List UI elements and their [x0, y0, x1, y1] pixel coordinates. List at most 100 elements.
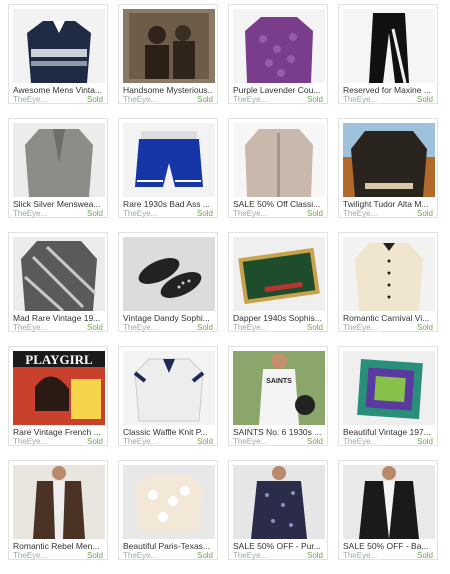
- listing-card[interactable]: Purple Lavender Cou... TheEye... Sold: [228, 4, 328, 104]
- shop-name[interactable]: TheEye...: [343, 437, 377, 447]
- listing-title[interactable]: Romantic Carnival Vi...: [343, 313, 433, 323]
- listing-title[interactable]: Slick Silver Menswea...: [13, 199, 103, 209]
- listing-title[interactable]: Mad Rare Vintage 19...: [13, 313, 103, 323]
- listing-title[interactable]: Twilight Tudor Alta M...: [343, 199, 433, 209]
- purple-cardigan-photo[interactable]: [233, 9, 325, 83]
- shop-name[interactable]: TheEye...: [13, 551, 47, 561]
- sold-badge: Sold: [306, 95, 323, 104]
- shop-name[interactable]: TheEye...: [233, 323, 267, 333]
- sold-badge: Sold: [196, 209, 213, 218]
- shop-name[interactable]: TheEye...: [13, 209, 47, 219]
- sold-badge: Sold: [416, 323, 433, 332]
- listing-title[interactable]: SALE 50% OFF - Ba...: [343, 541, 433, 551]
- beige-jacket-photo[interactable]: [233, 123, 325, 197]
- mens-sweater-photo[interactable]: [13, 9, 105, 83]
- shop-name[interactable]: TheEye...: [233, 95, 267, 105]
- shop-name[interactable]: TheEye...: [13, 95, 47, 105]
- leather-jacket-photo[interactable]: [343, 123, 435, 197]
- silk-scarf-photo[interactable]: [343, 351, 435, 425]
- listing-card[interactable]: Vintage Dandy Sophi... TheEye... Sold: [118, 232, 218, 332]
- listing-title[interactable]: Awesome Mens Vinta...: [13, 85, 103, 95]
- listing-card[interactable]: SALE 50% Off Classi... TheEye... Sold: [228, 118, 328, 218]
- listing-meta: TheEye... Sold: [13, 95, 103, 105]
- listing-title[interactable]: Dapper 1940s Sophis...: [233, 313, 323, 323]
- print-shirt-photo[interactable]: [233, 465, 325, 539]
- listing-card[interactable]: Mad Rare Vintage 19... TheEye... Sold: [8, 232, 108, 332]
- listing-card[interactable]: Romantic Rebel Men... TheEye... Sold: [8, 460, 108, 560]
- shop-name[interactable]: TheEye...: [123, 209, 157, 219]
- svg-text:PLAYGIRL: PLAYGIRL: [25, 352, 93, 367]
- shop-name[interactable]: TheEye...: [343, 551, 377, 561]
- fuzzy-sweater-photo[interactable]: [123, 465, 215, 539]
- biker-jacket-photo[interactable]: [343, 465, 435, 539]
- listing-title[interactable]: Beautiful Vintage 197...: [343, 427, 433, 437]
- listing-title[interactable]: SAINTS No. 6 1930s ...: [233, 427, 323, 437]
- listing-card[interactable]: Reserved for Maxine ... TheEye... Sold: [338, 4, 438, 104]
- studded-slippers-photo[interactable]: [123, 237, 215, 311]
- listing-title[interactable]: Purple Lavender Cou...: [233, 85, 323, 95]
- listing-meta: TheEye... Sold: [343, 323, 433, 333]
- shop-name[interactable]: TheEye...: [13, 437, 47, 447]
- sold-badge: Sold: [86, 551, 103, 560]
- listing-card[interactable]: Handsome Mysterious... TheEye... Sold: [118, 4, 218, 104]
- listing-title[interactable]: SALE 50% Off Classi...: [233, 199, 323, 209]
- listing-title[interactable]: Rare 1930s Bad Ass ...: [123, 199, 213, 209]
- listing-title[interactable]: Romantic Rebel Men...: [13, 541, 103, 551]
- sold-badge: Sold: [416, 437, 433, 446]
- listing-card[interactable]: Rare 1930s Bad Ass ... TheEye... Sold: [118, 118, 218, 218]
- listing-card[interactable]: Romantic Carnival Vi... TheEye... Sold: [338, 232, 438, 332]
- sold-badge: Sold: [86, 323, 103, 332]
- playgirl-magazine-photo[interactable]: PLAYGIRL: [13, 351, 105, 425]
- listing-card[interactable]: Beautiful Paris-Texas... TheEye... Sold: [118, 460, 218, 560]
- listing-card[interactable]: Beautiful Vintage 197... TheEye... Sold: [338, 346, 438, 446]
- leather-pants-photo[interactable]: [343, 9, 435, 83]
- sold-badge: Sold: [196, 323, 213, 332]
- listing-card[interactable]: Classic Waffle Knit P... TheEye... Sold: [118, 346, 218, 446]
- listing-meta: TheEye... Sold: [123, 437, 213, 447]
- listing-meta: TheEye... Sold: [13, 323, 103, 333]
- cream-blouse-photo[interactable]: [343, 237, 435, 311]
- listing-card[interactable]: Dapper 1940s Sophis... TheEye... Sold: [228, 232, 328, 332]
- shop-name[interactable]: TheEye...: [123, 95, 157, 105]
- polo-shirt-photo[interactable]: [123, 351, 215, 425]
- sold-badge: Sold: [416, 209, 433, 218]
- sepia-portrait-photo[interactable]: [123, 9, 215, 83]
- listing-title[interactable]: Rare Vintage French ...: [13, 427, 103, 437]
- listing-card[interactable]: PLAYGIRL Rare Vintage French ... TheEye...…: [8, 346, 108, 446]
- listing-meta: TheEye... Sold: [343, 95, 433, 105]
- shop-name[interactable]: TheEye...: [13, 323, 47, 333]
- listing-title[interactable]: Vintage Dandy Sophi...: [123, 313, 213, 323]
- listing-title[interactable]: Handsome Mysterious...: [123, 85, 213, 95]
- shop-name[interactable]: TheEye...: [123, 437, 157, 447]
- sold-badge: Sold: [196, 551, 213, 560]
- listing-card[interactable]: SALE 50% OFF - Ba... TheEye... Sold: [338, 460, 438, 560]
- shop-name[interactable]: TheEye...: [123, 551, 157, 561]
- listing-title[interactable]: Beautiful Paris-Texas...: [123, 541, 213, 551]
- shop-name[interactable]: TheEye...: [343, 323, 377, 333]
- blue-shorts-photo[interactable]: [123, 123, 215, 197]
- listing-card[interactable]: SAINTS SAINTS No. 6 1930s ... TheEye... Sol…: [228, 346, 328, 446]
- listing-meta: TheEye... Sold: [13, 437, 103, 447]
- shop-name[interactable]: TheEye...: [343, 209, 377, 219]
- sold-badge: Sold: [196, 95, 213, 104]
- listing-card[interactable]: Twilight Tudor Alta M... TheEye... Sold: [338, 118, 438, 218]
- shop-name[interactable]: TheEye...: [233, 209, 267, 219]
- shop-name[interactable]: TheEye...: [123, 323, 157, 333]
- listing-card[interactable]: Awesome Mens Vinta... TheEye... Sold: [8, 4, 108, 104]
- shop-name[interactable]: TheEye...: [343, 95, 377, 105]
- listing-card[interactable]: SALE 50% OFF - Pur... TheEye... Sold: [228, 460, 328, 560]
- listing-title[interactable]: SALE 50% OFF - Pur...: [233, 541, 323, 551]
- silver-blazer-photo[interactable]: [13, 123, 105, 197]
- listing-card[interactable]: Slick Silver Menswea... TheEye... Sold: [8, 118, 108, 218]
- listing-meta: TheEye... Sold: [233, 95, 323, 105]
- metallic-shirt-photo[interactable]: [13, 237, 105, 311]
- listing-title[interactable]: Reserved for Maxine ...: [343, 85, 433, 95]
- shop-name[interactable]: TheEye...: [233, 551, 267, 561]
- cigarette-case-photo[interactable]: [233, 237, 325, 311]
- shop-name[interactable]: TheEye...: [233, 437, 267, 447]
- listing-title[interactable]: Classic Waffle Knit P...: [123, 427, 213, 437]
- listing-meta: TheEye... Sold: [343, 209, 433, 219]
- sold-badge: Sold: [416, 95, 433, 104]
- leather-vest-photo[interactable]: [13, 465, 105, 539]
- saints-tank-photo[interactable]: SAINTS: [233, 351, 325, 425]
